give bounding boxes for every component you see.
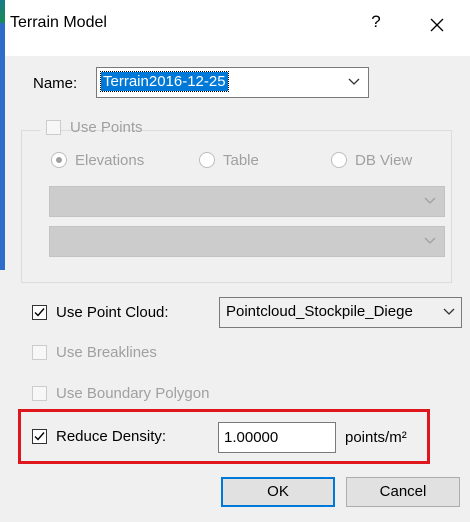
use-boundary-polygon-label: Use Boundary Polygon [56,385,210,402]
use-breaklines-checkbox[interactable] [32,345,47,360]
close-button[interactable] [420,8,456,42]
density-input[interactable]: 1.00000 [218,422,336,453]
use-points-header: Use Points [40,118,143,140]
use-points-label: Use Points [70,119,143,136]
point-cloud-combobox[interactable]: Pointcloud_Stockpile_Diege [219,297,462,328]
help-button[interactable]: ? [364,12,388,40]
use-point-cloud-label: Use Point Cloud: [56,304,169,321]
use-points-checkbox[interactable] [46,120,61,135]
chevron-down-icon [424,237,436,244]
use-point-cloud-checkbox[interactable] [32,305,47,320]
chevron-down-icon [443,308,455,316]
point-cloud-value: Pointcloud_Stockpile_Diege [226,303,413,320]
table-radio[interactable] [199,152,215,168]
elevations-label: Elevations [75,152,145,169]
name-value: Terrain2016-12-25 [100,71,229,92]
density-value: 1.00000 [224,429,279,446]
background-window-edge [0,0,5,270]
points-source-combobox[interactable] [49,186,445,217]
reduce-density-checkbox[interactable] [32,429,47,444]
close-icon [430,18,444,32]
db-view-radio[interactable] [331,152,347,168]
title-bar: Terrain Model ? [0,0,470,270]
ok-button[interactable]: OK [221,477,335,507]
density-unit-label: points/m² [345,429,407,446]
radio-selected-dot [56,157,62,163]
points-field-combobox[interactable] [49,226,445,257]
use-boundary-polygon-checkbox[interactable] [32,386,47,401]
name-combobox[interactable]: Terrain2016-12-25 [96,67,369,98]
elevations-radio[interactable] [51,152,67,168]
table-label: Table [223,152,259,169]
name-label: Name: [33,75,78,92]
dialog-title: Terrain Model [10,14,107,31]
terrain-model-dialog: Terrain Model ? Name: Terrain2016-12-25 … [0,0,470,522]
checkmark-icon [34,308,45,317]
checkmark-icon [34,432,45,441]
chevron-down-icon [348,78,360,85]
db-view-label: DB View [355,152,413,169]
chevron-down-icon [424,197,436,204]
cancel-button[interactable]: Cancel [346,477,460,507]
reduce-density-label: Reduce Density: [56,428,167,445]
use-breaklines-label: Use Breaklines [56,344,157,361]
